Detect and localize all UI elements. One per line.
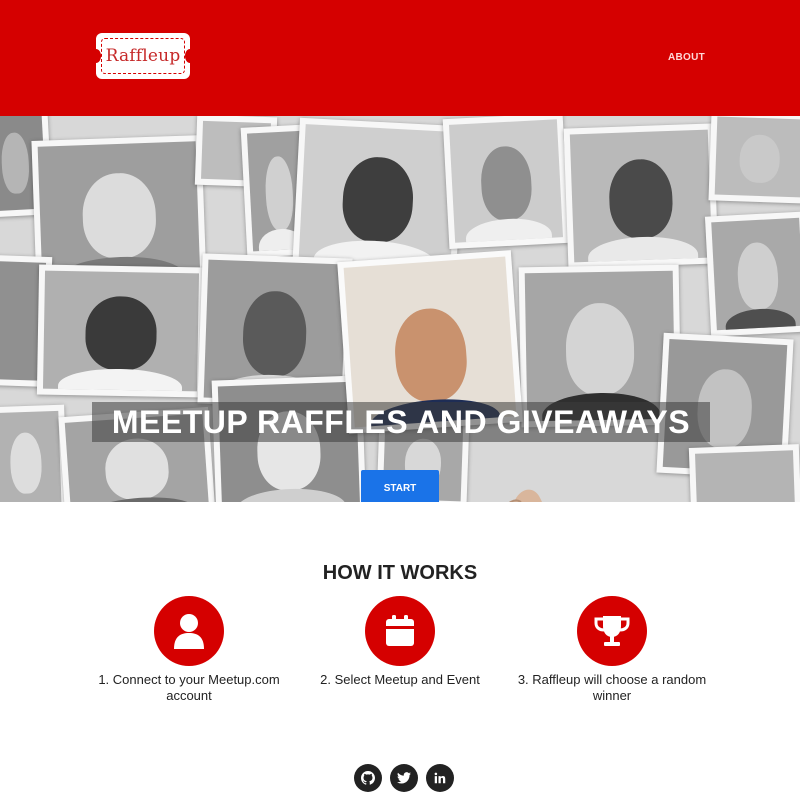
hero-title: MEETUP RAFFLES AND GIVEAWAYS <box>92 402 710 442</box>
hand-illustration <box>455 476 565 502</box>
how-it-works-title: HOW IT WORKS <box>322 562 478 584</box>
step-text: 1. Connect to your Meetup.com account <box>98 672 280 703</box>
start-button[interactable]: START <box>361 470 439 502</box>
step-winner: 3. Raffleup will choose a random winner <box>502 596 722 704</box>
step-text: 2. Select Meetup and Event <box>320 672 480 687</box>
github-link[interactable] <box>354 764 382 792</box>
hero-banner: MEETUP RAFFLES AND GIVEAWAYS START <box>0 116 800 502</box>
github-icon <box>361 771 375 785</box>
twitter-icon <box>397 772 411 784</box>
hero-photo <box>704 211 800 337</box>
step-select: 2. Select Meetup and Event <box>290 596 510 688</box>
social-links <box>354 764 454 792</box>
logo-ticket-border: Raffleup <box>101 38 185 74</box>
hero-photo <box>36 264 206 398</box>
linkedin-link[interactable] <box>426 764 454 792</box>
logo-text: Raffleup <box>105 46 181 66</box>
hero-photo <box>563 123 719 269</box>
hero-photo <box>708 116 800 204</box>
linkedin-icon <box>434 772 446 784</box>
hand-svg <box>509 489 542 502</box>
step-text: 3. Raffleup will choose a random winner <box>517 672 707 703</box>
step-connect: 1. Connect to your Meetup.com account <box>79 596 299 704</box>
user-icon <box>174 614 204 649</box>
step-circle <box>577 596 647 666</box>
step-circle <box>154 596 224 666</box>
logo[interactable]: Raffleup <box>91 33 195 79</box>
hero-photo <box>442 116 570 250</box>
hero-photo <box>292 117 464 277</box>
twitter-link[interactable] <box>390 764 418 792</box>
nav-about-link[interactable]: ABOUT <box>668 52 705 63</box>
hero-photo <box>688 444 800 502</box>
trophy-icon <box>594 616 630 646</box>
step-circle <box>365 596 435 666</box>
calendar-icon <box>386 615 414 646</box>
site-header: Raffleup ABOUT <box>0 0 800 116</box>
